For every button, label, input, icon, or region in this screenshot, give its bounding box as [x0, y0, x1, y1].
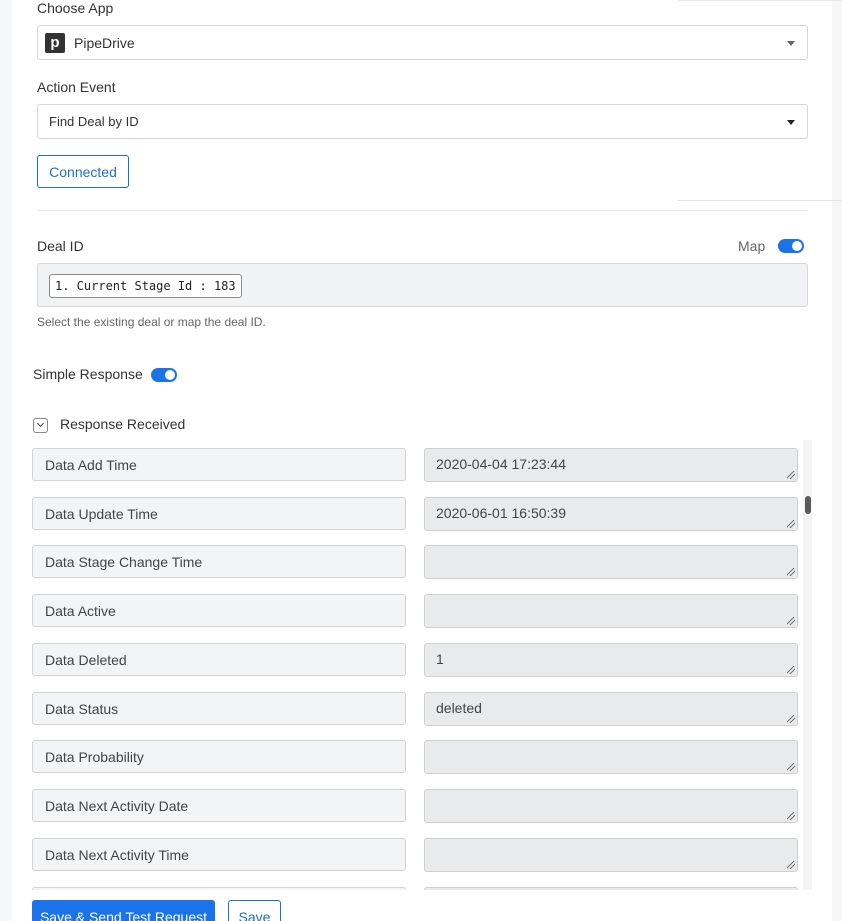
response-value[interactable]: 2020-04-04 17:23:44 — [424, 448, 798, 482]
choose-app-select[interactable]: p PipeDrive — [37, 25, 808, 60]
chevron-down-icon — [787, 41, 795, 46]
section-divider — [37, 210, 808, 211]
action-event-select[interactable]: Find Deal by ID — [37, 104, 808, 139]
response-value-text: 1 — [436, 651, 444, 667]
resize-handle-icon[interactable] — [787, 763, 795, 771]
response-key: Data Active — [32, 594, 406, 627]
action-event-value: Find Deal by ID — [49, 114, 139, 129]
resize-handle-icon[interactable] — [787, 666, 795, 674]
resize-handle-icon[interactable] — [787, 520, 795, 528]
response-value[interactable] — [424, 887, 798, 890]
table-row: Data Next Activity Date — [32, 789, 798, 823]
edge-divider — [678, 0, 842, 1]
response-value[interactable] — [424, 740, 798, 774]
response-key: Data Next Activity Time — [32, 838, 406, 871]
action-event-label: Action Event — [37, 79, 116, 95]
table-row — [32, 887, 798, 890]
resize-handle-icon[interactable] — [787, 471, 795, 479]
deal-id-hint: Select the existing deal or map the deal… — [37, 315, 266, 329]
deal-id-mapping-field[interactable]: 1. Current Stage Id : 183 — [37, 263, 808, 307]
map-toggle[interactable] — [778, 239, 804, 253]
chevron-down-icon — [36, 419, 45, 428]
table-row: Data Add Time 2020-04-04 17:23:44 — [32, 448, 798, 482]
table-row: Data Status deleted — [32, 692, 798, 726]
response-key: Data Stage Change Time — [32, 545, 406, 578]
response-value-text: deleted — [436, 700, 482, 716]
response-value[interactable] — [424, 838, 798, 872]
resize-handle-icon[interactable] — [787, 617, 795, 625]
toggle-knob — [165, 370, 175, 380]
scrollbar-thumb[interactable] — [805, 496, 811, 514]
table-row: Data Deleted 1 — [32, 643, 798, 677]
resize-handle-icon[interactable] — [787, 715, 795, 723]
save-and-send-button[interactable]: Save & Send Test Request — [32, 900, 215, 921]
edge-divider — [678, 200, 842, 201]
map-label: Map — [738, 238, 766, 254]
save-button[interactable]: Save — [228, 900, 281, 921]
response-value[interactable]: 1 — [424, 643, 798, 677]
table-row: Data Probability — [32, 740, 798, 774]
table-row: Data Update Time 2020-06-01 16:50:39 — [32, 497, 798, 531]
connected-button[interactable]: Connected — [37, 155, 129, 188]
response-key: Data Update Time — [32, 497, 406, 530]
response-value[interactable] — [424, 594, 798, 628]
response-key: Data Status — [32, 692, 406, 725]
simple-response-toggle[interactable] — [151, 368, 177, 382]
mapped-field-chip[interactable]: 1. Current Stage Id : 183 — [49, 274, 242, 298]
response-value[interactable] — [424, 789, 798, 823]
response-value[interactable] — [424, 545, 798, 579]
response-value-text: 2020-06-01 16:50:39 — [436, 505, 566, 521]
response-key: Data Next Activity Date — [32, 789, 406, 822]
choose-app-label: Choose App — [37, 0, 114, 16]
response-received-label: Response Received — [60, 416, 186, 432]
collapse-toggle[interactable] — [33, 418, 48, 433]
simple-response-label: Simple Response — [33, 366, 143, 382]
resize-handle-icon[interactable] — [787, 568, 795, 576]
table-row: Data Next Activity Time — [32, 838, 798, 872]
pipedrive-logo-icon: p — [45, 32, 65, 53]
resize-handle-icon[interactable] — [787, 861, 795, 869]
response-value[interactable]: deleted — [424, 692, 798, 726]
response-table: Data Add Time 2020-04-04 17:23:44 Data U… — [32, 448, 798, 890]
toggle-knob — [792, 241, 802, 251]
response-key — [32, 887, 406, 890]
table-row: Data Stage Change Time — [32, 545, 798, 579]
response-value-text: 2020-04-04 17:23:44 — [436, 456, 566, 472]
table-row: Data Active — [32, 594, 798, 628]
response-key: Data Deleted — [32, 643, 406, 676]
choose-app-value: PipeDrive — [74, 34, 135, 51]
response-key: Data Probability — [32, 740, 406, 773]
response-key: Data Add Time — [32, 448, 406, 481]
resize-handle-icon[interactable] — [787, 812, 795, 820]
response-value[interactable]: 2020-06-01 16:50:39 — [424, 497, 798, 531]
deal-id-label: Deal ID — [37, 238, 84, 254]
chevron-down-icon — [787, 120, 795, 125]
